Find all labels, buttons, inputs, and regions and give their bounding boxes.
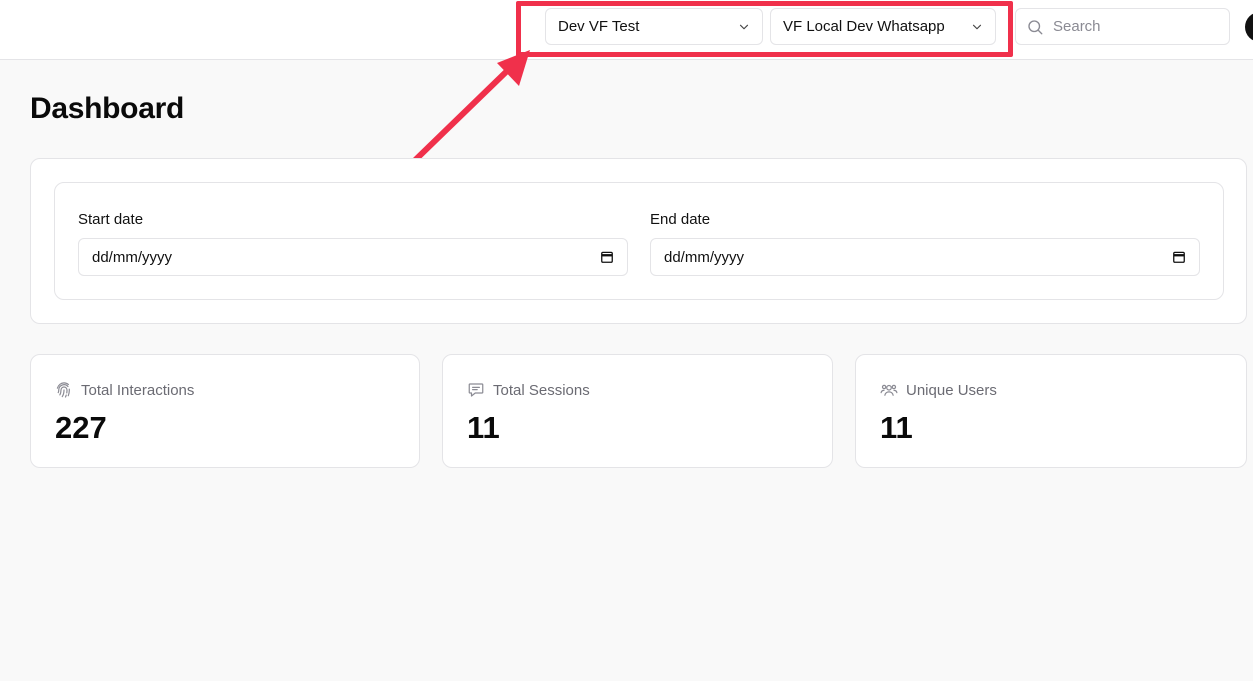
annotation-arrow-icon (404, 50, 530, 171)
workspace-select-value: Dev VF Test (558, 18, 640, 35)
start-date-input[interactable]: dd/mm/yyyy (78, 238, 628, 276)
stat-value: 11 (467, 410, 500, 445)
page-title: Dashboard (30, 92, 184, 125)
fingerprint-icon (56, 382, 70, 398)
stat-header: Total Sessions (467, 381, 590, 399)
date-filter-card: Start date dd/mm/yyyy End date dd/mm/yyy… (30, 158, 1247, 324)
date-filter-panel: Start date dd/mm/yyyy End date dd/mm/yyy… (54, 182, 1224, 300)
stat-card-users: Unique Users 11 (855, 354, 1247, 468)
project-select[interactable]: VF Local Dev Whatsapp (770, 8, 996, 45)
message-icon (468, 383, 484, 397)
stat-label: Total Interactions (81, 381, 195, 399)
end-date-placeholder: dd/mm/yyyy (664, 248, 745, 266)
stat-header: Total Interactions (55, 381, 194, 399)
project-select-value: VF Local Dev Whatsapp (783, 18, 945, 35)
start-date-label: Start date (78, 211, 144, 228)
users-icon (880, 384, 898, 396)
top-bar: Dev VF Test VF Local Dev Whatsapp (0, 0, 1253, 60)
search-input[interactable] (1053, 18, 1213, 35)
stat-value: 227 (55, 410, 107, 445)
stat-label: Unique Users (906, 381, 997, 399)
chevron-down-icon (972, 24, 982, 29)
stat-header: Unique Users (880, 381, 997, 399)
avatar[interactable] (1245, 12, 1253, 42)
stat-label: Total Sessions (493, 381, 590, 399)
calendar-icon[interactable] (600, 250, 614, 264)
start-date-placeholder: dd/mm/yyyy (92, 248, 173, 266)
workspace-select[interactable]: Dev VF Test (545, 8, 763, 45)
stat-value: 11 (880, 410, 913, 445)
calendar-icon[interactable] (1172, 250, 1186, 264)
end-date-label: End date (650, 211, 711, 228)
search-box[interactable] (1015, 8, 1230, 45)
chevron-down-icon (739, 24, 749, 29)
stat-card-sessions: Total Sessions 11 (442, 354, 833, 468)
search-icon (1028, 19, 1043, 34)
stat-card-interactions: Total Interactions 227 (30, 354, 420, 468)
end-date-input[interactable]: dd/mm/yyyy (650, 238, 1200, 276)
